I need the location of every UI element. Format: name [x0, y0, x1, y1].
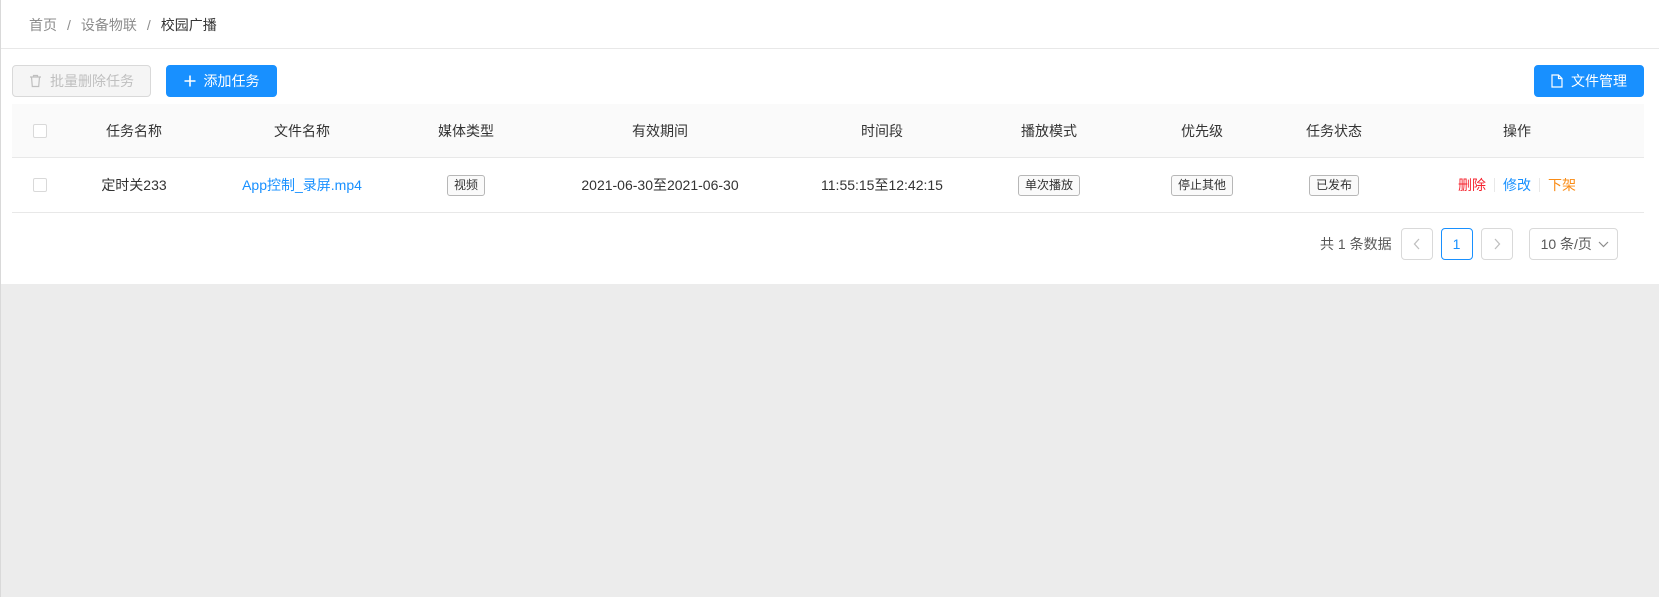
chevron-left-icon — [1413, 238, 1420, 250]
col-priority: 优先级 — [1181, 122, 1223, 139]
plus-icon — [184, 75, 195, 87]
col-valid-period: 有效期间 — [632, 122, 688, 139]
action-divider — [1539, 178, 1540, 192]
page-1-button[interactable]: 1 — [1440, 228, 1473, 260]
file-icon — [1551, 74, 1563, 88]
breadcrumb-home[interactable]: 首页 — [29, 15, 57, 35]
play-mode-cell: 单次播放 — [972, 158, 1126, 212]
next-page-button[interactable] — [1480, 228, 1513, 260]
batch-delete-label: 批量删除任务 — [50, 73, 134, 89]
file-manage-button[interactable]: 文件管理 — [1534, 65, 1644, 97]
pagination-total: 共 1 条数据 — [1320, 236, 1392, 252]
page-size-value: 10 条/页 — [1540, 236, 1592, 252]
row-select-cell — [12, 158, 68, 212]
task-table: 任务名称 文件名称 媒体类型 有效期间 时间段 播放模式 优先级 任务状态 操作… — [12, 104, 1644, 213]
status-badge: 已发布 — [1308, 174, 1359, 196]
offline-action[interactable]: 下架 — [1548, 175, 1576, 195]
file-name-link[interactable]: App控制_录屏.mp4 — [242, 175, 362, 195]
table-header: 任务名称 文件名称 媒体类型 有效期间 时间段 播放模式 优先级 任务状态 操作 — [12, 104, 1644, 158]
col-actions: 操作 — [1503, 122, 1531, 139]
col-file-name: 文件名称 — [274, 122, 330, 139]
file-name-cell: App控制_录屏.mp4 — [200, 158, 404, 212]
chevron-right-icon — [1494, 238, 1500, 250]
breadcrumb-current: 校园广播 — [160, 17, 217, 33]
breadcrumb-separator: / — [146, 17, 151, 33]
media-type-cell: 视频 — [404, 158, 528, 212]
chevron-down-icon — [1598, 241, 1609, 247]
delete-action[interactable]: 删除 — [1458, 175, 1486, 195]
batch-delete-button[interactable]: 批量删除任务 — [12, 65, 151, 97]
add-task-button[interactable]: 添加任务 — [166, 65, 277, 97]
page-header: 首页 / 设备物联 / 校园广播 — [1, 0, 1659, 49]
trash-icon — [30, 74, 41, 88]
add-task-label: 添加任务 — [203, 73, 260, 89]
col-play-mode: 播放模式 — [1021, 122, 1077, 139]
priority-tag: 停止其他 — [1170, 174, 1233, 196]
row-actions: 删除 修改 下架 — [1458, 175, 1576, 195]
select-all-checkbox[interactable] — [33, 123, 47, 138]
col-status: 任务状态 — [1306, 122, 1362, 139]
time-range: 11:55:15至12:42:15 — [821, 177, 943, 193]
play-mode-tag: 单次播放 — [1017, 174, 1080, 196]
priority-cell: 停止其他 — [1126, 158, 1278, 212]
prev-page-button[interactable] — [1400, 228, 1433, 260]
col-task-name: 任务名称 — [106, 122, 162, 139]
media-type-tag: 视频 — [446, 174, 485, 196]
task-name: 定时关233 — [101, 177, 167, 193]
table-row: 定时关233 App控制_录屏.mp4 视频 2021-06-30至2021-0… — [12, 158, 1644, 213]
col-time-range: 时间段 — [861, 122, 903, 139]
pagination: 共 1 条数据 1 10 条/页 — [1320, 228, 1618, 260]
valid-period: 2021-06-30至2021-06-30 — [581, 177, 739, 193]
file-manage-label: 文件管理 — [1571, 73, 1627, 89]
row-checkbox[interactable] — [33, 178, 47, 192]
breadcrumb: 首页 / 设备物联 / 校园广播 — [29, 15, 217, 35]
select-all-cell — [12, 104, 68, 157]
breadcrumb-iot[interactable]: 设备物联 — [81, 15, 137, 35]
action-divider — [1494, 178, 1495, 192]
status-cell: 已发布 — [1278, 158, 1390, 212]
breadcrumb-separator: / — [67, 17, 71, 33]
edit-action[interactable]: 修改 — [1503, 175, 1531, 195]
page-size-select[interactable]: 10 条/页 — [1528, 228, 1618, 260]
actions-cell: 删除 修改 下架 — [1390, 158, 1644, 212]
col-media-type: 媒体类型 — [438, 122, 494, 139]
